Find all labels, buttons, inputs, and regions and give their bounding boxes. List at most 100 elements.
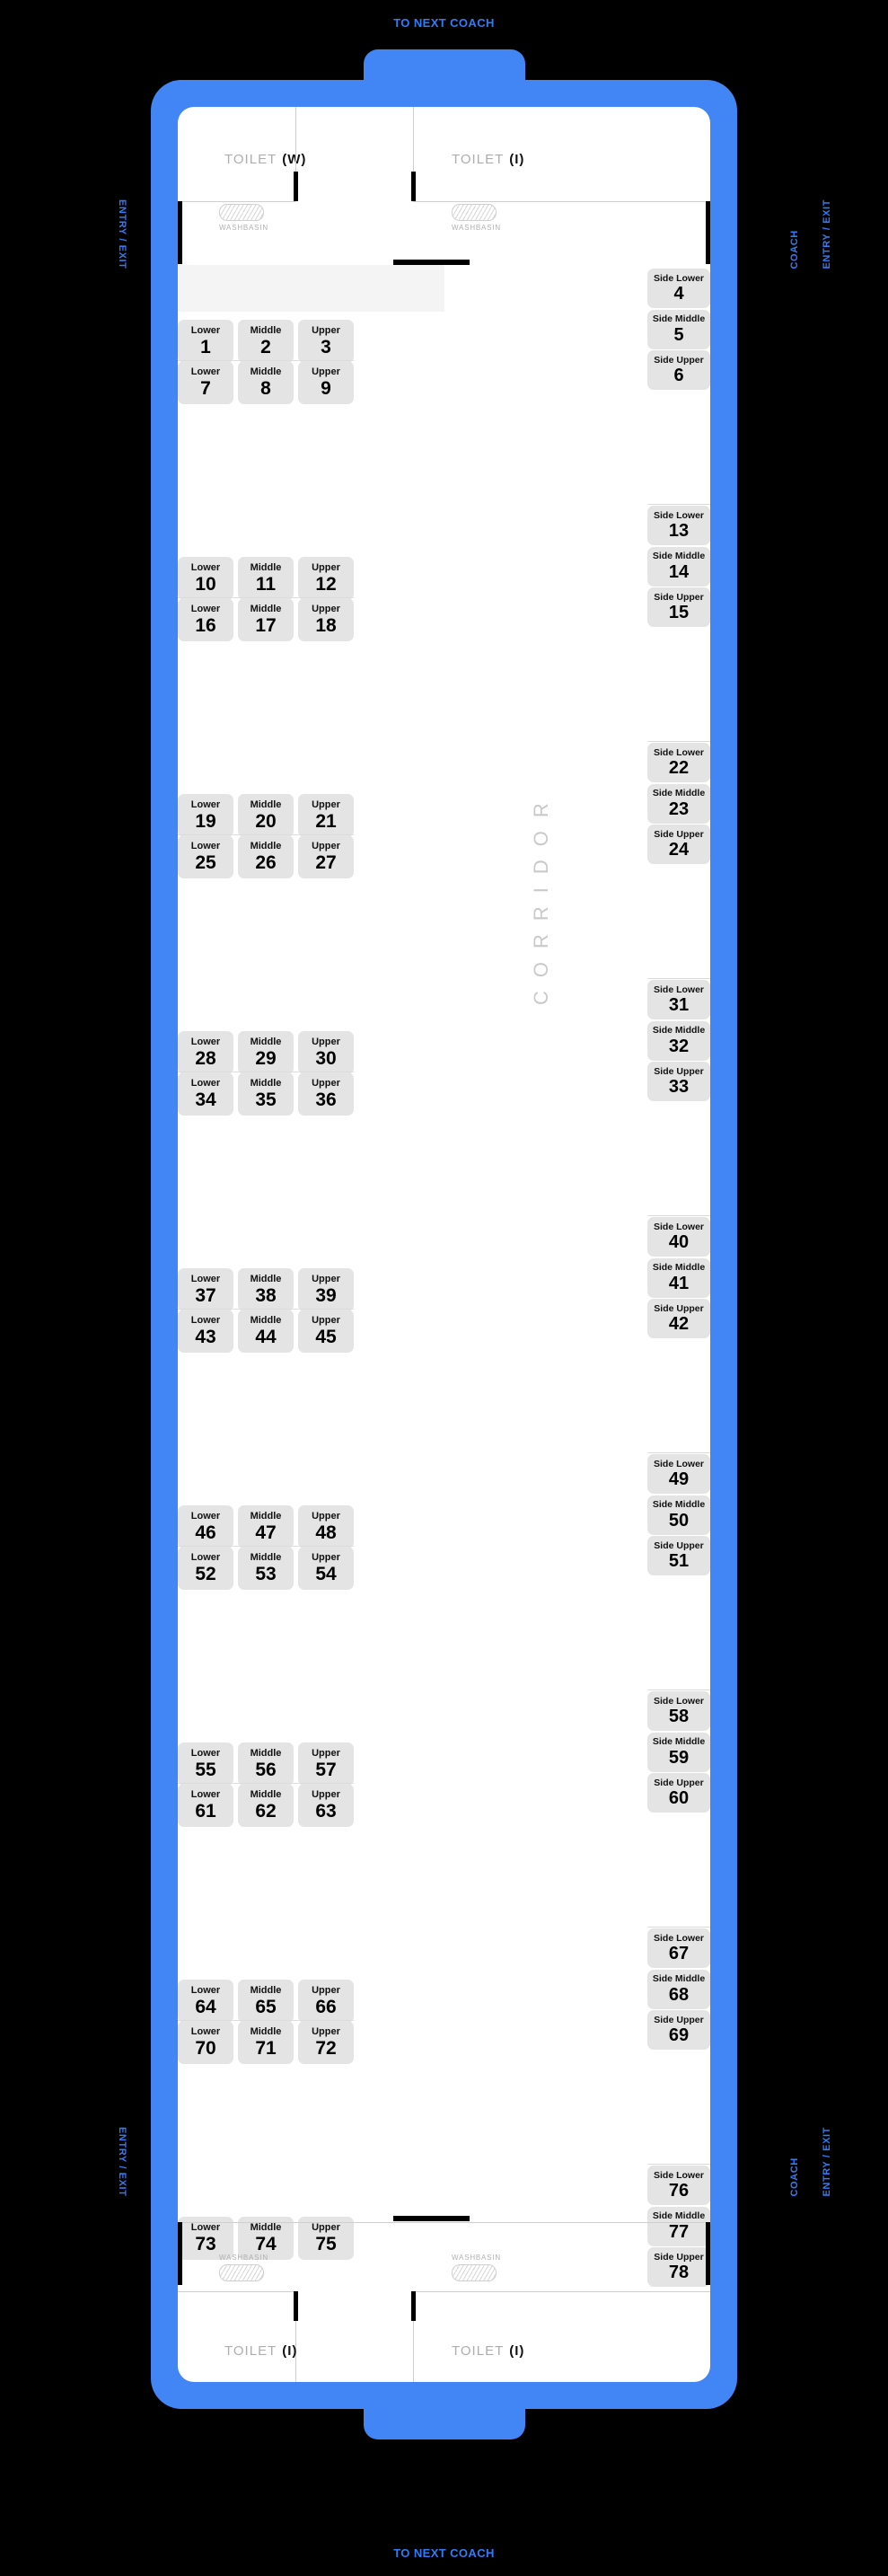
seat-20[interactable]: Middle 20 [238,794,294,837]
seat-12[interactable]: Upper 12 [298,557,354,600]
seat-50[interactable]: Side Middle 50 [647,1495,710,1535]
seat-76[interactable]: Side Lower 76 [647,2166,710,2205]
seat-52[interactable]: Lower 52 [178,1547,233,1590]
seat-38[interactable]: Middle 38 [238,1268,294,1311]
seat-46[interactable]: Lower 46 [178,1505,233,1548]
coach-door-left-bottom[interactable] [178,2222,182,2285]
seat-4[interactable]: Side Lower 4 [647,269,710,308]
seat-44[interactable]: Middle 44 [238,1310,294,1353]
entry-exit-line-2: ENTRY / EXIT [822,2127,832,2197]
seat-14[interactable]: Side Middle 14 [647,546,710,587]
seat-54[interactable]: Upper 54 [298,1547,354,1590]
washbasin-icon [452,204,497,221]
door-marker [411,172,416,201]
door-marker [411,2291,416,2321]
coach-door-right-top[interactable] [706,201,710,264]
seat-78[interactable]: Side Upper 78 [647,2247,710,2288]
seat-berth-type: Upper [312,1037,340,1047]
seat-24[interactable]: Side Upper 24 [647,825,710,865]
seat-berth-type: Side Lower [653,1932,704,1944]
seat-21[interactable]: Upper 21 [298,794,354,837]
seat-45[interactable]: Upper 45 [298,1310,354,1353]
seat-25[interactable]: Lower 25 [178,835,233,878]
coach-entry-exit-bottom-right: COACH ENTRY / EXIT [768,2127,843,2197]
seat-number: 35 [255,1090,277,1110]
seat-58[interactable]: Side Lower 58 [647,1691,710,1731]
seat-70[interactable]: Lower 70 [178,2021,233,2064]
seat-41[interactable]: Side Middle 41 [647,1257,710,1298]
seat-berth-type: Lower [190,1511,221,1522]
seat-8[interactable]: Middle 8 [238,361,294,404]
seat-18[interactable]: Upper 18 [298,598,354,641]
seat-number: 34 [195,1090,216,1110]
seat-berth-type: Side Upper [654,2251,704,2263]
seat-75[interactable]: Upper 75 [298,2217,354,2260]
seat-5[interactable]: Side Middle 5 [647,309,710,349]
seat-23[interactable]: Side Middle 23 [647,783,710,824]
seat-28[interactable]: Lower 28 [178,1031,233,1074]
seat-62[interactable]: Middle 62 [238,1784,294,1827]
seat-3[interactable]: Upper 3 [298,320,354,363]
seat-56[interactable]: Middle 56 [238,1742,294,1786]
seat-31[interactable]: Side Lower 31 [647,980,710,1019]
seat-57[interactable]: Upper 57 [298,1742,354,1786]
seat-32[interactable]: Side Middle 32 [647,1020,710,1061]
seat-59[interactable]: Side Middle 59 [647,1732,710,1772]
seat-33[interactable]: Side Upper 33 [647,1062,710,1102]
seat-berth-type: Upper [312,366,340,377]
seat-34[interactable]: Lower 34 [178,1072,233,1116]
seat-berth-type: Upper [312,1274,340,1284]
seat-37[interactable]: Lower 37 [178,1268,233,1311]
seat-69[interactable]: Side Upper 69 [647,2010,710,2051]
seat-7[interactable]: Lower 7 [178,361,233,404]
seat-63[interactable]: Upper 63 [298,1784,354,1827]
seat-13[interactable]: Side Lower 13 [647,506,710,545]
toilet-bottom-right-label: TOILET (I) [452,2343,524,2359]
seat-1[interactable]: Lower 1 [178,320,233,363]
seat-42[interactable]: Side Upper 42 [647,1299,710,1339]
seat-10[interactable]: Lower 10 [178,557,233,600]
seat-22[interactable]: Side Lower 22 [647,743,710,782]
seat-49[interactable]: Side Lower 49 [647,1454,710,1494]
seat-39[interactable]: Upper 39 [298,1268,354,1311]
seat-47[interactable]: Middle 47 [238,1505,294,1548]
seat-72[interactable]: Upper 72 [298,2021,354,2064]
coach-door-right-bottom[interactable] [706,2222,710,2285]
seat-55[interactable]: Lower 55 [178,1742,233,1786]
seat-66[interactable]: Upper 66 [298,1980,354,2023]
washbasin-bottom-right: WASHBASIN [452,2254,500,2281]
coach-door-left-top[interactable] [178,201,182,264]
seat-36[interactable]: Upper 36 [298,1072,354,1116]
seat-berth-type: Side Middle [652,313,706,325]
seat-67[interactable]: Side Lower 67 [647,1928,710,1968]
seat-17[interactable]: Middle 17 [238,598,294,641]
seat-61[interactable]: Lower 61 [178,1784,233,1827]
seat-48[interactable]: Upper 48 [298,1505,354,1548]
seat-number: 48 [315,1522,337,1543]
seat-77[interactable]: Side Middle 77 [647,2206,710,2246]
seat-64[interactable]: Lower 64 [178,1980,233,2023]
seat-68[interactable]: Side Middle 68 [647,1969,710,2009]
seat-29[interactable]: Middle 29 [238,1031,294,1074]
seat-number: 70 [195,2038,216,2059]
seat-27[interactable]: Upper 27 [298,835,354,878]
seat-6[interactable]: Side Upper 6 [647,350,710,391]
seat-43[interactable]: Lower 43 [178,1310,233,1353]
seat-40[interactable]: Side Lower 40 [647,1217,710,1257]
seat-71[interactable]: Middle 71 [238,2021,294,2064]
seat-51[interactable]: Side Upper 51 [647,1536,710,1576]
seat-60[interactable]: Side Upper 60 [647,1773,710,1813]
seat-15[interactable]: Side Upper 15 [647,587,710,628]
seat-53[interactable]: Middle 53 [238,1547,294,1590]
seat-9[interactable]: Upper 9 [298,361,354,404]
seat-11[interactable]: Middle 11 [238,557,294,600]
seat-30[interactable]: Upper 30 [298,1031,354,1074]
seat-65[interactable]: Middle 65 [238,1980,294,2023]
seat-26[interactable]: Middle 26 [238,835,294,878]
seat-35[interactable]: Middle 35 [238,1072,294,1116]
seat-16[interactable]: Lower 16 [178,598,233,641]
seat-berth-type: Lower [190,2026,221,2037]
seat-berth-type: Side Upper [654,1539,704,1551]
seat-19[interactable]: Lower 19 [178,794,233,837]
seat-2[interactable]: Middle 2 [238,320,294,363]
